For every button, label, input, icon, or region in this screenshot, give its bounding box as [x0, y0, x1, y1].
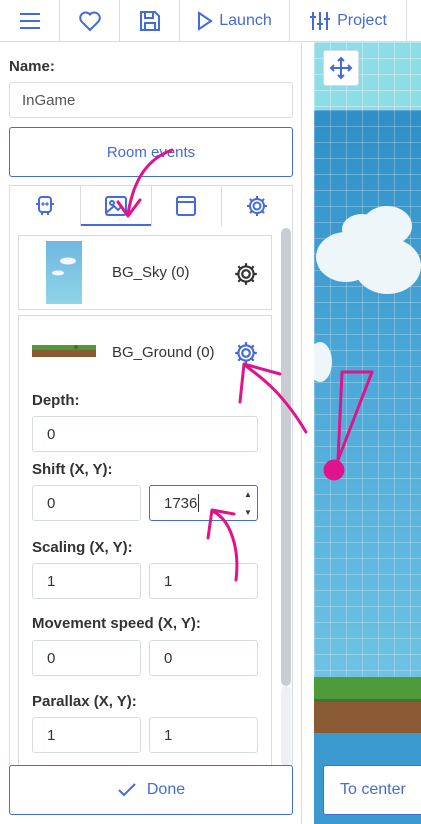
parallax-y-input[interactable]: 1 — [149, 717, 258, 753]
room-events-button[interactable]: Room events — [9, 127, 293, 177]
sky-thumbnail — [46, 241, 82, 304]
top-toolbar: Launch Project — [0, 0, 421, 42]
background-settings-button[interactable] — [233, 261, 259, 292]
movement-speed-label: Movement speed (X, Y): — [32, 615, 201, 632]
pan-tool-button[interactable] — [323, 50, 359, 86]
launch-button[interactable]: Launch — [180, 0, 290, 41]
room-name-input[interactable] — [9, 82, 293, 118]
depth-input[interactable]: 0 — [32, 416, 258, 452]
background-title: BG_Ground (0) — [112, 344, 215, 361]
movement-x-input[interactable]: 0 — [32, 640, 141, 676]
background-card-sky[interactable]: BG_Sky (0) — [18, 235, 272, 310]
panel-scrollbar-track[interactable] — [281, 686, 291, 766]
scaling-y-input[interactable]: 1 — [149, 563, 258, 599]
stepper-down-icon[interactable]: ▼ — [244, 508, 254, 518]
movement-y-input[interactable]: 0 — [149, 640, 258, 676]
menu-button[interactable] — [0, 0, 60, 41]
background-title: BG_Sky (0) — [112, 264, 190, 281]
depth-value: 0 — [47, 425, 56, 443]
number-stepper[interactable]: ▲ ▼ — [244, 490, 254, 518]
scaling-x-value: 1 — [47, 572, 56, 590]
shift-x-input[interactable]: 0 — [32, 485, 141, 521]
image-icon — [104, 196, 127, 216]
favorite-button[interactable] — [60, 0, 120, 41]
copy-icon — [35, 196, 54, 215]
properties-tabs — [9, 185, 293, 226]
launch-label: Launch — [219, 11, 272, 29]
depth-label: Depth: — [32, 392, 80, 409]
hamburger-icon — [19, 12, 40, 29]
tab-copies[interactable] — [10, 186, 81, 226]
shift-x-value: 0 — [47, 494, 56, 512]
room-name-label: Name: — [9, 58, 55, 75]
movement-x-value: 0 — [47, 649, 56, 667]
tab-backgrounds[interactable] — [80, 186, 152, 226]
save-button[interactable] — [120, 0, 180, 41]
ground-grass — [314, 677, 421, 701]
move-arrows-icon — [329, 56, 353, 80]
tab-settings[interactable] — [222, 186, 292, 226]
cloud — [354, 238, 421, 294]
to-center-button[interactable]: To center — [323, 765, 421, 815]
room-canvas[interactable] — [314, 42, 421, 824]
shift-y-input[interactable]: 1736 ▲ ▼ — [149, 485, 258, 521]
done-button[interactable]: Done — [9, 765, 293, 815]
ground-dirt — [314, 699, 421, 733]
gear-icon — [235, 263, 257, 285]
done-label: Done — [146, 781, 186, 798]
scaling-x-input[interactable]: 1 — [32, 563, 141, 599]
parallax-label: Parallax (X, Y): — [32, 693, 137, 710]
window-icon — [176, 196, 197, 216]
scaling-y-value: 1 — [164, 572, 173, 590]
panel-resize-handle[interactable] — [303, 42, 314, 824]
scaling-label: Scaling (X, Y): — [32, 539, 133, 556]
panel-scrollbar-thumb[interactable] — [281, 228, 291, 686]
parallax-x-value: 1 — [47, 726, 56, 744]
tab-tiles[interactable] — [152, 186, 223, 226]
gear-icon — [235, 342, 257, 364]
ground-thumbnail — [32, 344, 96, 357]
sliders-icon — [310, 11, 331, 30]
canvas-grid — [314, 110, 421, 677]
parallax-x-input[interactable]: 1 — [32, 717, 141, 753]
stepper-up-icon[interactable]: ▲ — [244, 490, 254, 500]
floppy-disk-icon — [139, 10, 160, 31]
project-label: Project — [337, 11, 387, 29]
heart-icon — [78, 11, 101, 31]
shift-y-value: 1736 — [164, 494, 198, 512]
background-settings-button[interactable] — [233, 340, 259, 371]
shift-label: Shift (X, Y): — [32, 461, 113, 478]
parallax-y-value: 1 — [164, 726, 173, 744]
gear-icon — [247, 196, 268, 216]
project-button[interactable]: Project — [290, 0, 407, 41]
play-icon — [198, 10, 214, 31]
movement-y-value: 0 — [164, 649, 173, 667]
checkmark-icon — [118, 783, 136, 797]
